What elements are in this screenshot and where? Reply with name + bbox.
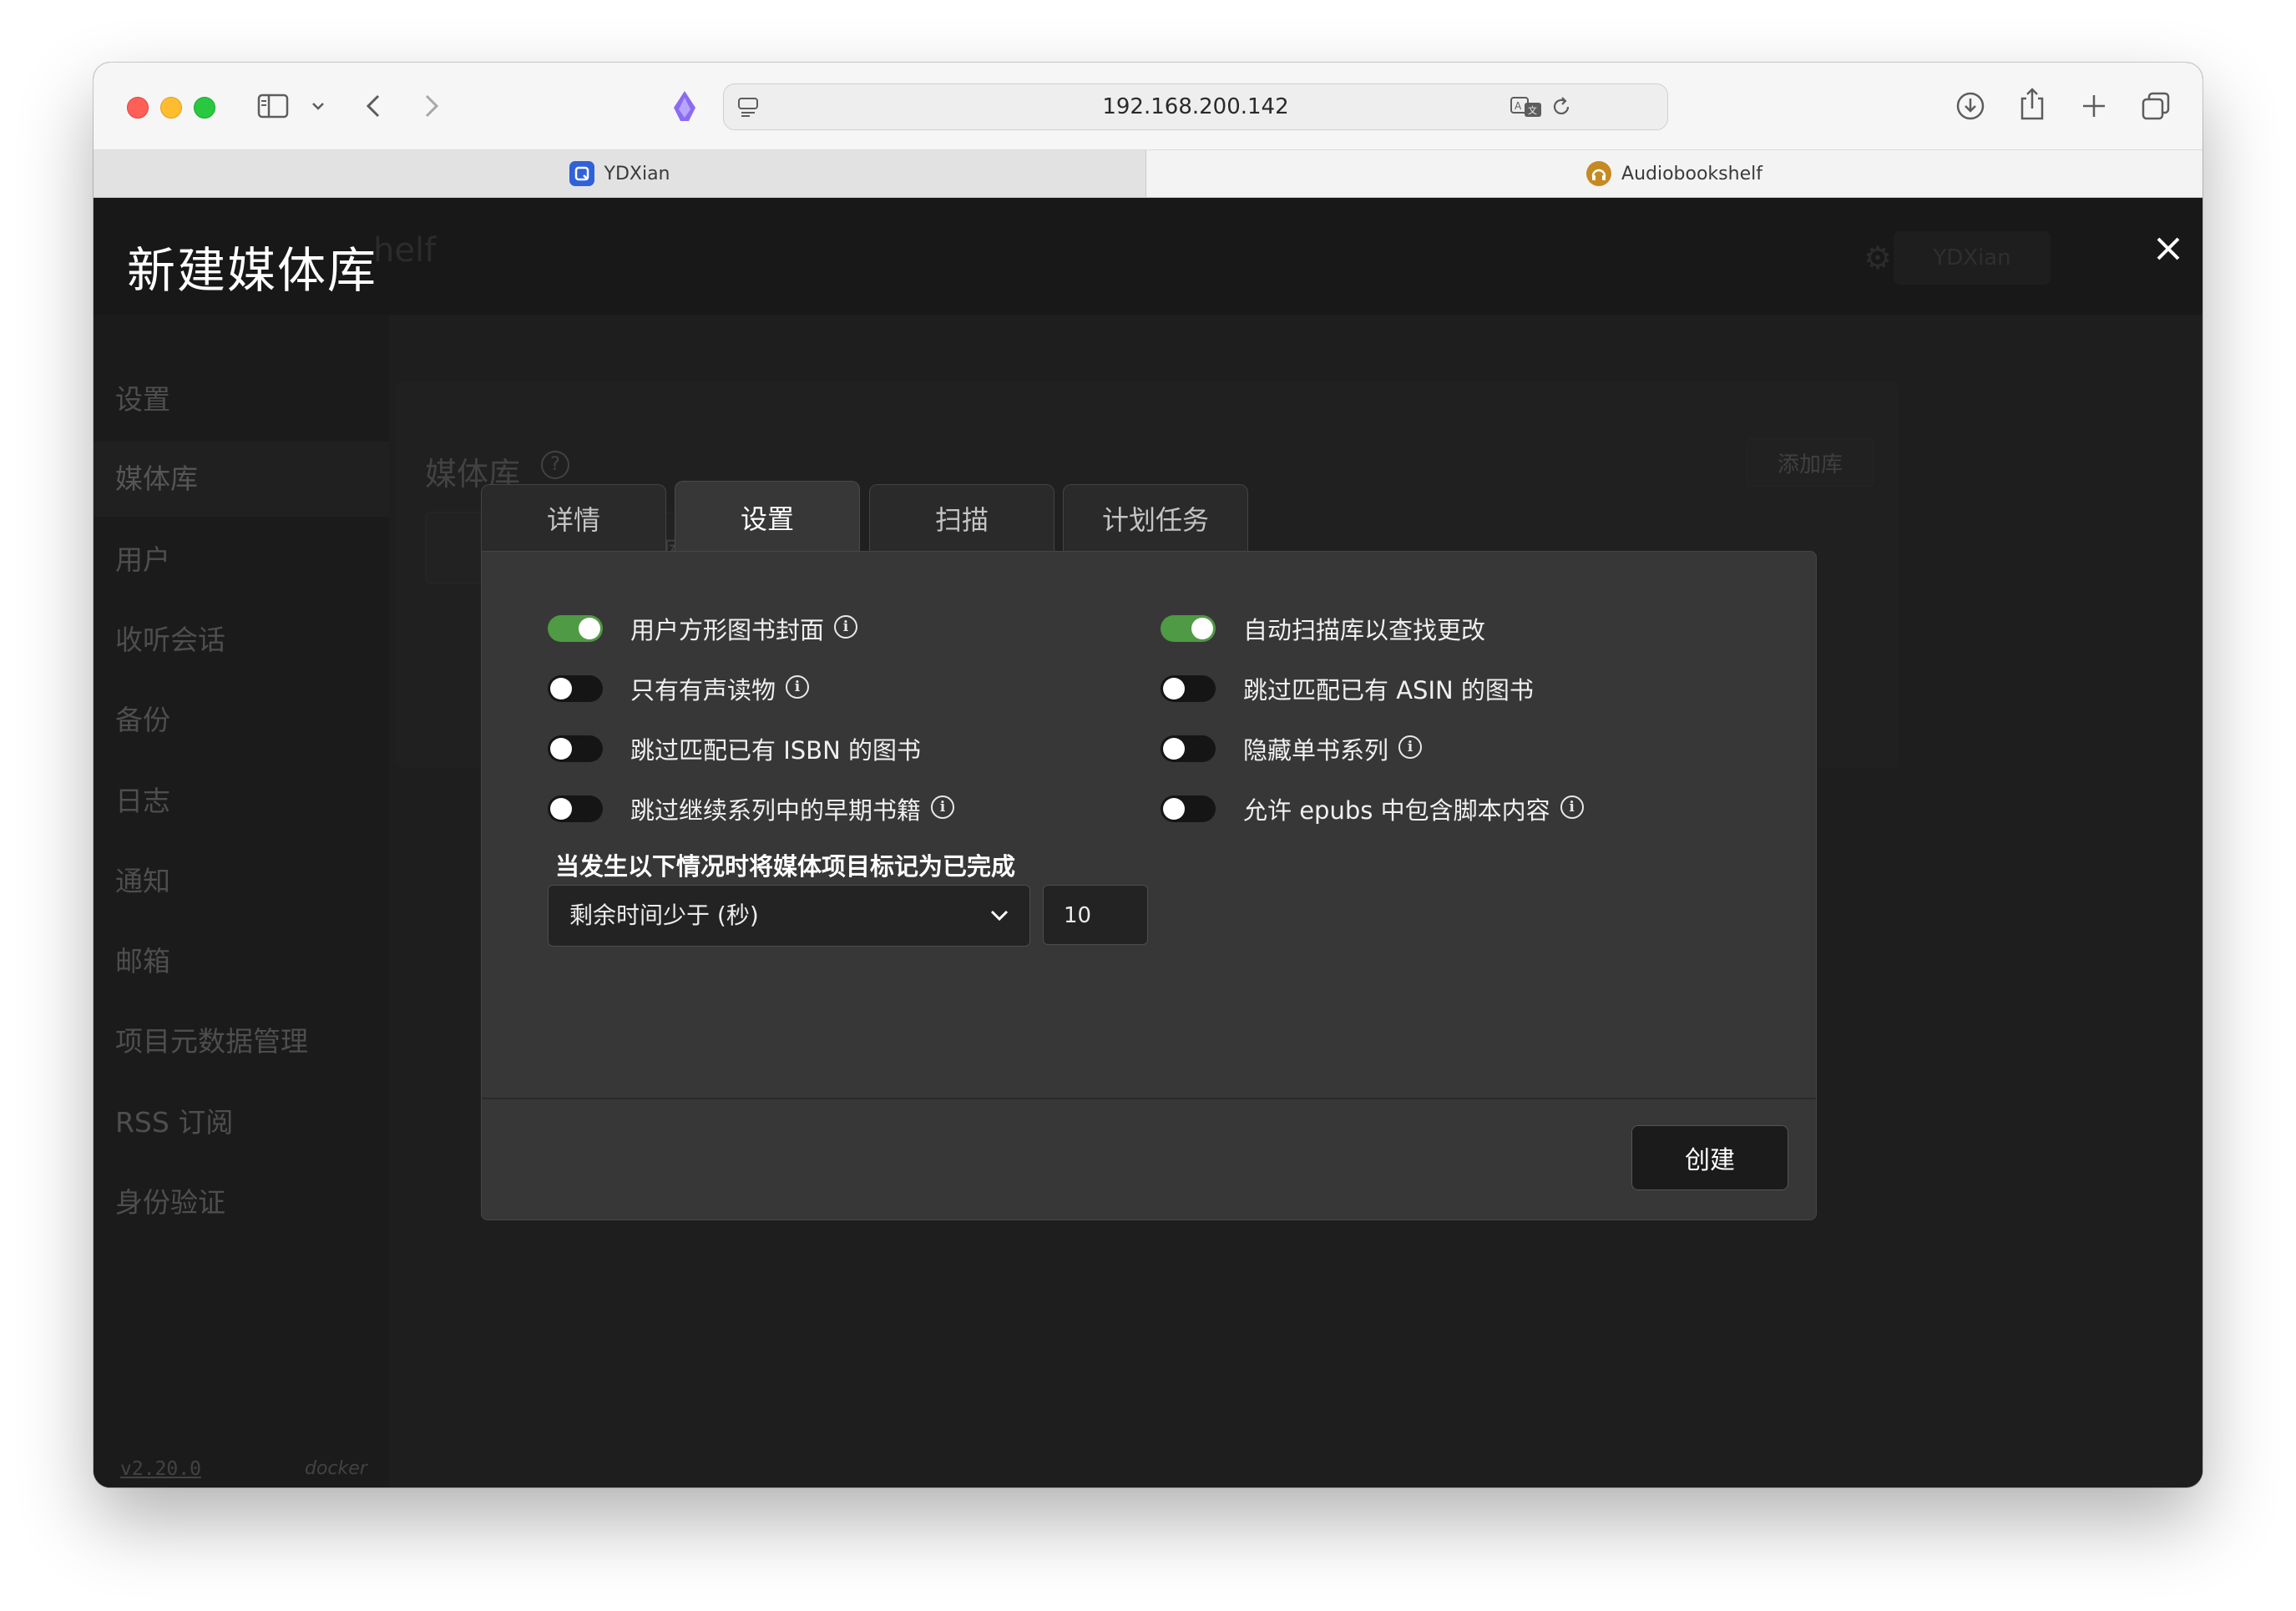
setting-label: 只有有声读物 <box>630 676 776 704</box>
setting-label: 跳过匹配已有 ISBN 的图书 <box>630 736 921 765</box>
info-icon[interactable]: i <box>834 615 858 639</box>
new-tab-icon[interactable] <box>2077 89 2111 123</box>
setting-hide-single-series[interactable]: 隐藏单书系列 i <box>1161 729 1423 769</box>
setting-skip-earlier-books[interactable]: 跳过继续系列中的早期书籍 i <box>548 789 955 829</box>
setting-skip-asin[interactable]: 跳过匹配已有 ASIN 的图书 <box>1161 669 1534 709</box>
skip-isbn-toggle[interactable] <box>548 735 603 762</box>
mark-complete-label: 当发生以下情况时将媒体项目标记为已完成 <box>555 852 1016 881</box>
setting-auto-scan[interactable]: 自动扫描库以查找更改 <box>1161 609 1485 649</box>
chevron-down-icon <box>990 910 1009 922</box>
select-value: 剩余时间少于 (秒) <box>569 901 759 929</box>
audiobooks-only-toggle[interactable] <box>548 675 603 702</box>
tab-scan[interactable]: 扫描 <box>869 484 1054 552</box>
tab-title: Audiobookshelf <box>1621 163 1762 184</box>
address-bar[interactable]: 192.168.200.142 A文 <box>723 83 1668 130</box>
browser-toolbar: 192.168.200.142 A文 <box>94 63 2202 150</box>
setting-label: 允许 epubs 中包含脚本内容 <box>1243 796 1550 825</box>
modal-close-button[interactable] <box>2147 228 2189 270</box>
info-icon[interactable]: i <box>931 795 955 819</box>
mark-complete-seconds-input[interactable]: 10 <box>1043 885 1148 945</box>
setting-label: 跳过匹配已有 ASIN 的图书 <box>1243 676 1534 704</box>
tab-schedule[interactable]: 计划任务 <box>1063 484 1248 552</box>
tab-settings[interactable]: 设置 <box>675 481 860 553</box>
share-icon[interactable] <box>2015 86 2049 123</box>
zoom-window-button[interactable] <box>194 97 215 119</box>
setting-audiobooks-only[interactable]: 只有有声读物 i <box>548 669 810 709</box>
info-icon[interactable]: i <box>786 675 810 699</box>
sidebar-toggle-icon[interactable] <box>256 92 290 120</box>
browser-tab-bar: YDXian Audiobookshelf <box>94 150 2202 198</box>
square-covers-toggle[interactable] <box>548 615 603 642</box>
epub-scripts-toggle[interactable] <box>1161 795 1216 822</box>
svg-text:文: 文 <box>1528 104 1537 116</box>
skip-earlier-books-toggle[interactable] <box>548 795 603 822</box>
translate-icon[interactable]: A文 <box>1509 94 1544 119</box>
setting-label: 自动扫描库以查找更改 <box>1243 616 1486 644</box>
modal-title: 新建媒体库 <box>127 242 378 299</box>
reload-icon[interactable] <box>1549 94 1574 119</box>
skip-asin-toggle[interactable] <box>1161 675 1216 702</box>
close-icon <box>2157 237 2180 260</box>
auto-scan-toggle[interactable] <box>1161 615 1216 642</box>
ydxian-favicon-icon <box>569 161 594 186</box>
setting-label: 隐藏单书系列 <box>1243 736 1389 765</box>
audiobookshelf-favicon-icon <box>1586 161 1612 186</box>
forward-icon[interactable] <box>419 91 444 121</box>
info-icon[interactable]: i <box>1398 735 1423 759</box>
tab-title: YDXian <box>604 163 670 184</box>
setting-skip-isbn[interactable]: 跳过匹配已有 ISBN 的图书 <box>548 729 921 769</box>
browser-tab-ydxian[interactable]: YDXian <box>94 150 1181 197</box>
mark-complete-select[interactable]: 剩余时间少于 (秒) <box>548 885 1030 947</box>
create-button[interactable]: 创建 <box>1631 1125 1788 1190</box>
back-icon[interactable] <box>361 91 386 121</box>
setting-label: 跳过继续系列中的早期书籍 <box>630 796 922 825</box>
tab-details[interactable]: 详情 <box>481 484 666 552</box>
downloads-icon[interactable] <box>1954 89 1987 123</box>
hide-single-series-toggle[interactable] <box>1161 735 1216 762</box>
minimize-window-button[interactable] <box>160 97 182 119</box>
close-window-button[interactable] <box>127 97 149 119</box>
setting-epub-scripts[interactable]: 允许 epubs 中包含脚本内容 i <box>1161 789 1584 829</box>
setting-square-covers[interactable]: 用户方形图书封面 i <box>548 609 858 649</box>
chevron-down-icon[interactable] <box>309 98 327 114</box>
info-icon[interactable]: i <box>1560 795 1584 819</box>
tab-overview-icon[interactable] <box>2139 89 2172 123</box>
footer-divider <box>482 1098 1816 1099</box>
extension-icon[interactable] <box>668 88 701 124</box>
svg-text:A: A <box>1515 100 1522 112</box>
browser-tab-audiobookshelf[interactable]: Audiobookshelf <box>1146 150 2202 197</box>
setting-label: 用户方形图书封面 <box>630 616 825 644</box>
